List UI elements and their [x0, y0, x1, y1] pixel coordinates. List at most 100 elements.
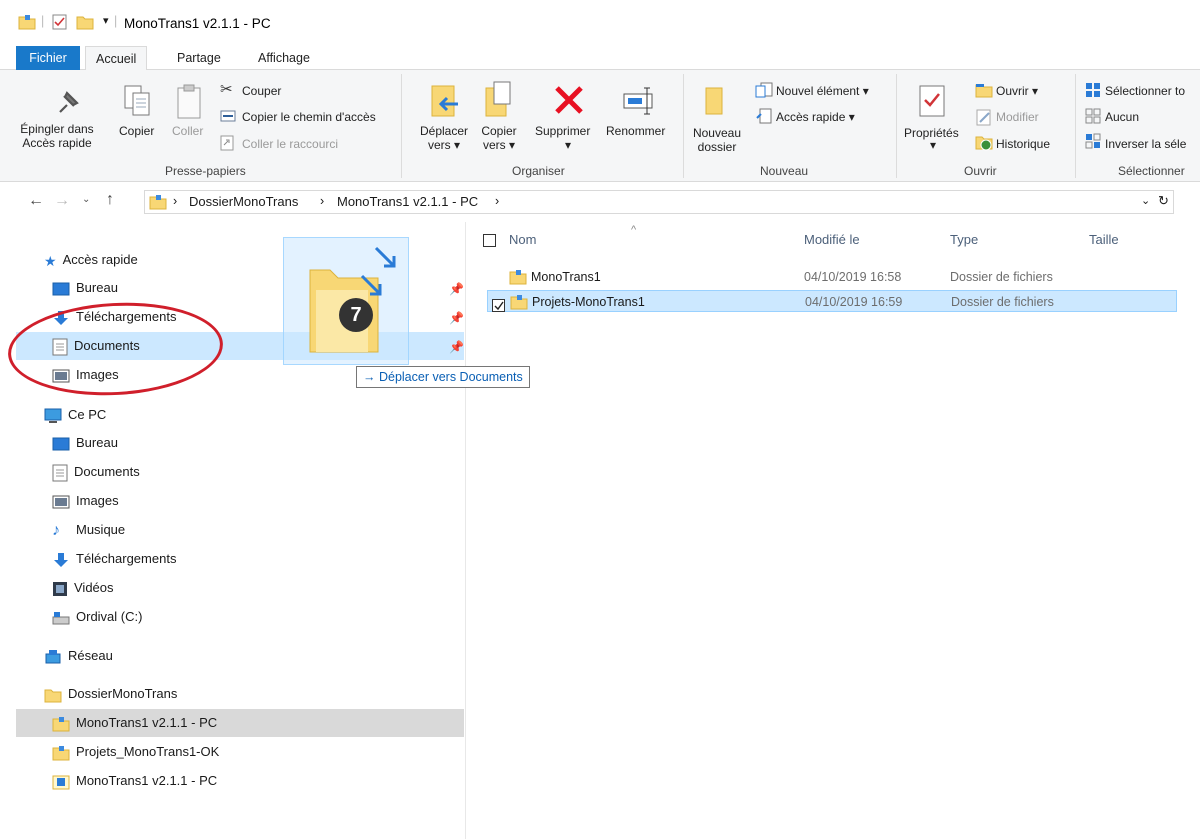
history-button[interactable]: Historique [996, 137, 1050, 151]
move-to-button[interactable]: Déplacer vers ▾ [413, 124, 475, 152]
history-icon [975, 136, 993, 151]
copy-to-arrow: vers ▾ [482, 138, 516, 152]
compress-arrows-icon [374, 246, 396, 268]
tab-fichier[interactable]: Fichier [16, 46, 80, 70]
breadcrumb-dossiermonotrans[interactable]: DossierMonoTrans [189, 194, 298, 209]
address-bar[interactable]: › DossierMonoTrans › MonoTrans1 v2.1.1 -… [144, 190, 1174, 214]
title-bar: | ▾ | MonoTrans1 v2.1.1 - PC [0, 0, 1200, 46]
pin-icon[interactable]: 📌 [449, 311, 464, 325]
pin-quick-access-button[interactable]: Épingler dans Accès rapide [2, 122, 112, 150]
quick-toolbar-dropdown[interactable]: ▾ [103, 14, 109, 27]
recent-locations-icon[interactable]: ⌄ [82, 194, 90, 205]
new-folder-label: Nouveau [692, 126, 742, 140]
easy-access-button[interactable]: Accès rapide ▾ [776, 110, 855, 124]
select-none-button[interactable]: Aucun [1105, 110, 1139, 124]
nav-label: Bureau [76, 280, 118, 295]
pictures-icon [52, 495, 70, 509]
folder-icon [510, 295, 528, 310]
properties-icon[interactable] [52, 14, 68, 30]
invert-selection-button[interactable]: Inverser la séle [1105, 137, 1186, 151]
properties-dropdown-arrow[interactable]: ▾ [930, 138, 936, 152]
pin-icon[interactable]: 📌 [449, 340, 464, 354]
desktop-icon [52, 282, 70, 296]
copy-path-icon [220, 110, 236, 122]
music-icon: ♪ [52, 521, 60, 539]
paste-button[interactable]: Coller [172, 124, 203, 138]
open-icon [975, 84, 993, 98]
ribbon: Épingler dans Accès rapide Copier Coller… [0, 70, 1200, 182]
tab-accueil[interactable]: Accueil [85, 46, 148, 71]
new-folder-icon [705, 87, 723, 115]
nav-this-pc[interactable]: Ce PC [44, 401, 106, 429]
download-icon [54, 552, 68, 567]
copy-to-icon [485, 81, 511, 117]
nav-label: DossierMonoTrans [68, 686, 178, 701]
address-dropdown-icon[interactable]: ⌄ [1141, 194, 1150, 207]
forward-arrow-icon[interactable]: → [54, 192, 70, 210]
new-folder-button[interactable]: Nouveau dossier [691, 126, 743, 154]
row-checkbox[interactable] [492, 299, 505, 313]
ribbon-tabs: Fichier Accueil Partage Affichage [0, 46, 1200, 71]
nav-pc-drive-c[interactable]: Ordival (C:) [52, 603, 142, 631]
folder-icon [52, 716, 70, 732]
copy-button[interactable]: Copier [119, 124, 154, 138]
file-name: Projets-MonoTrans1 [532, 295, 645, 309]
copy-path-button[interactable]: Copier le chemin d'accès [242, 110, 376, 124]
up-arrow-icon[interactable]: ↑ [106, 191, 114, 209]
new-item-button[interactable]: Nouvel élément ▾ [776, 84, 869, 98]
group-label-select: Sélectionner [1118, 164, 1185, 178]
copy-to-button[interactable]: Copier vers ▾ [474, 124, 524, 152]
breadcrumb-separator: › [495, 194, 500, 208]
new-folder-label2: dossier [697, 140, 737, 154]
delete-dropdown-arrow[interactable]: ▾ [565, 138, 571, 152]
nav-monotrans1-pc-app[interactable]: MonoTrans1 v2.1.1 - PC [52, 767, 217, 795]
nav-pc-bureau[interactable]: Bureau [52, 429, 118, 457]
back-arrow-icon[interactable]: ← [28, 192, 44, 210]
folder-icon [44, 689, 62, 703]
group-label-organize: Organiser [512, 164, 565, 178]
nav-pc-musique[interactable]: ♪ Musique [52, 516, 125, 544]
modify-button[interactable]: Modifier [996, 110, 1039, 124]
nav-network[interactable]: Réseau [44, 642, 113, 670]
checkmark-icon [494, 301, 504, 311]
paste-shortcut-button[interactable]: Coller le raccourci [242, 137, 338, 151]
file-row[interactable]: MonoTrans1 04/10/2019 16:58 Dossier de f… [487, 266, 1177, 288]
breadcrumb-current[interactable]: MonoTrans1 v2.1.1 - PC [337, 194, 478, 209]
nav-label: Ce PC [68, 407, 107, 422]
rename-icon [623, 87, 653, 115]
column-header-size[interactable]: Taille [1089, 232, 1119, 247]
nav-pc-images[interactable]: Images [52, 487, 119, 515]
open-button[interactable]: Ouvrir ▾ [996, 84, 1038, 98]
tab-partage[interactable]: Partage [167, 46, 231, 70]
breadcrumb-separator: › [173, 194, 178, 208]
cut-button[interactable]: Couper [242, 84, 281, 98]
nav-pc-documents[interactable]: Documents [52, 458, 140, 486]
nav-dossiermonotrans[interactable]: DossierMonoTrans [44, 680, 177, 708]
column-header-type[interactable]: Type [950, 232, 978, 247]
select-all-checkbox[interactable] [483, 234, 496, 247]
refresh-icon[interactable]: ↻ [1158, 193, 1169, 209]
nav-label: Vidéos [74, 580, 114, 595]
nav-projets-monotrans1-ok[interactable]: Projets_MonoTrans1-OK [52, 738, 219, 766]
quick-access-icon [756, 108, 772, 124]
file-row-selected[interactable]: Projets-MonoTrans1 04/10/2019 16:59 Doss… [487, 290, 1177, 313]
group-separator [1075, 74, 1076, 178]
move-to-label: Déplacer [419, 124, 469, 138]
nav-label: Projets_MonoTrans1-OK [76, 744, 220, 759]
rename-button[interactable]: Renommer [606, 124, 665, 138]
nav-monotrans1-pc[interactable]: MonoTrans1 v2.1.1 - PC [16, 709, 464, 737]
new-folder-icon[interactable] [76, 14, 94, 30]
file-name: MonoTrans1 [531, 270, 601, 284]
delete-button[interactable]: Supprimer [535, 124, 590, 138]
column-header-modified[interactable]: Modifié le [804, 232, 860, 247]
nav-pc-telechargements[interactable]: Téléchargements [52, 545, 176, 573]
group-label-open: Ouvrir [964, 164, 997, 178]
separator: | [114, 14, 118, 28]
nav-label: Réseau [68, 648, 113, 663]
select-all-button[interactable]: Sélectionner to [1105, 84, 1185, 98]
nav-pc-videos[interactable]: Vidéos [52, 574, 114, 602]
pin-icon[interactable]: 📌 [449, 282, 464, 296]
nav-quick-access[interactable]: ★ Accès rapide [44, 246, 138, 274]
tab-affichage[interactable]: Affichage [248, 46, 320, 70]
column-header-name[interactable]: Nom [509, 232, 536, 247]
